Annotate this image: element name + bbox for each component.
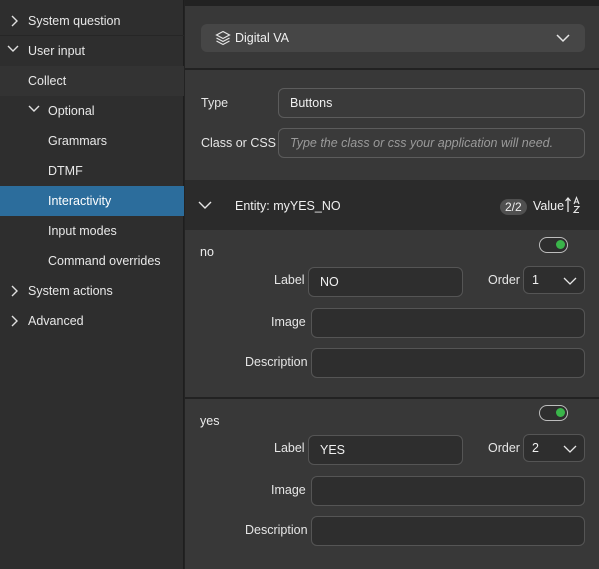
sidebar-item-label: Collect (28, 74, 67, 88)
sidebar-item-label: Grammars (48, 134, 108, 148)
option-key: yes (200, 414, 220, 428)
description-label: Description (245, 523, 308, 537)
type-card: Type Class or CSS (185, 70, 599, 180)
label-label: Label (274, 441, 305, 455)
sidebar-item-label: Interactivity (48, 194, 112, 208)
toggle-knob (556, 240, 565, 249)
digital-va-dropdown[interactable]: Digital VA (201, 24, 585, 52)
enable-toggle[interactable] (539, 237, 568, 253)
digital-va-label: Digital VA (235, 31, 289, 45)
chevron-right-icon (7, 284, 21, 298)
description-field[interactable] (311, 348, 585, 378)
image-field[interactable] (311, 308, 585, 338)
sidebar-item-label: Command overrides (48, 254, 161, 268)
label-field[interactable] (308, 435, 463, 465)
label-label: Label (274, 273, 305, 287)
order-label: Order (488, 273, 520, 287)
main-panel: Digital VA Type Class or CSS Entity: myY… (185, 0, 599, 569)
sort-alpha-icon[interactable] (564, 195, 582, 215)
chevron-down-icon (6, 42, 20, 56)
sidebar-item-command-overrides[interactable]: Command overrides (0, 246, 184, 276)
option-card-yes: yes Label Order 2 Image Description (185, 399, 599, 569)
option-card-no: no Label Order 1 Image Description (185, 230, 599, 397)
order-dropdown[interactable]: 1 (523, 266, 585, 294)
sidebar: System question User input Collect Optio… (0, 0, 184, 569)
sidebar-item-system-actions[interactable]: System actions (0, 276, 184, 306)
order-dropdown[interactable]: 2 (523, 434, 585, 462)
toggle-knob (556, 408, 565, 417)
enable-toggle[interactable] (539, 405, 568, 421)
layers-icon (215, 30, 231, 46)
image-label: Image (271, 483, 306, 497)
sidebar-item-user-input[interactable]: User input (0, 36, 184, 66)
va-card: Digital VA (185, 6, 599, 68)
label-field[interactable] (308, 267, 463, 297)
count-badge: 2/2 (500, 199, 527, 215)
sidebar-item-label: System actions (28, 284, 113, 298)
order-value: 1 (532, 273, 539, 287)
chevron-down-icon (563, 443, 577, 455)
chevron-right-icon (7, 314, 21, 328)
chevron-right-icon (7, 14, 21, 28)
sidebar-item-input-modes[interactable]: Input modes (0, 216, 184, 246)
sidebar-item-interactivity[interactable]: Interactivity (0, 186, 184, 216)
type-label: Type (201, 96, 229, 110)
chevron-down-icon (555, 31, 571, 45)
css-field[interactable] (278, 128, 585, 158)
description-label: Description (245, 355, 308, 369)
sidebar-item-label: User input (28, 44, 85, 58)
image-label: Image (271, 315, 306, 329)
sidebar-item-advanced[interactable]: Advanced (0, 306, 184, 336)
sidebar-item-system-question[interactable]: System question (0, 6, 184, 36)
sort-by-value-label[interactable]: Value (533, 199, 564, 213)
sidebar-item-label: Advanced (28, 314, 84, 328)
description-field[interactable] (311, 516, 585, 546)
option-key: no (200, 245, 214, 259)
css-label: Class or CSS (201, 136, 277, 150)
sidebar-item-optional[interactable]: Optional (0, 96, 184, 126)
type-field[interactable] (278, 88, 585, 118)
sidebar-item-collect[interactable]: Collect (0, 66, 184, 96)
chevron-down-icon (563, 275, 577, 287)
order-value: 2 (532, 441, 539, 455)
sidebar-item-grammars[interactable]: Grammars (0, 126, 184, 156)
sidebar-item-label: Input modes (48, 224, 117, 238)
sidebar-item-label: DTMF (48, 164, 83, 178)
sidebar-item-label: System question (28, 14, 121, 28)
collapse-chevron-icon[interactable] (197, 198, 213, 212)
entity-header: Entity: myYES_NO 2/2 Value (185, 180, 599, 230)
entity-label: Entity: myYES_NO (235, 199, 341, 213)
image-field[interactable] (311, 476, 585, 506)
order-label: Order (488, 441, 520, 455)
sidebar-item-dtmf[interactable]: DTMF (0, 156, 184, 186)
chevron-down-icon (27, 102, 41, 116)
sidebar-item-label: Optional (48, 104, 95, 118)
